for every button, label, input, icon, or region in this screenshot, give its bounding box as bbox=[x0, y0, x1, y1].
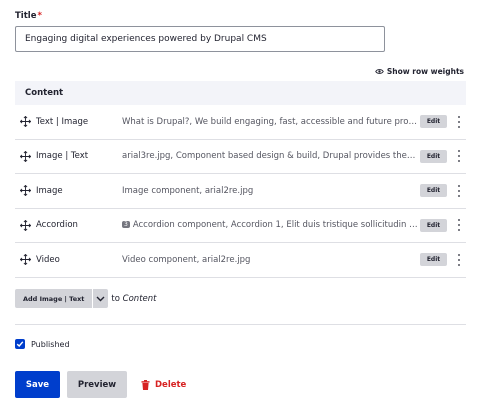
row-name: Text | Image bbox=[36, 116, 89, 127]
row-summary-text: What is Drupal?, We build engaging, fast… bbox=[122, 116, 418, 127]
edit-button[interactable]: Edit bbox=[420, 115, 447, 129]
table-header-content: Content bbox=[25, 88, 64, 98]
row-name: Accordion bbox=[36, 220, 78, 231]
trash-icon bbox=[141, 379, 150, 390]
check-icon bbox=[16, 341, 24, 348]
drag-handle-icon[interactable] bbox=[20, 219, 31, 231]
edit-button[interactable]: Edit bbox=[420, 184, 447, 198]
target-region: Content bbox=[122, 293, 157, 304]
row-summary: arial3re.jpg, Component based design & b… bbox=[122, 151, 418, 161]
published-checkbox[interactable] bbox=[15, 339, 25, 349]
title-label: Title* bbox=[15, 11, 42, 21]
add-to-text: to Content bbox=[111, 294, 156, 304]
show-row-weights-label: Show row weights bbox=[386, 67, 464, 76]
row-summary-text: Video component, arial2re.jpg bbox=[122, 254, 251, 265]
add-image-text-button[interactable]: Add Image | Text bbox=[15, 289, 93, 308]
published-field[interactable]: Published bbox=[15, 339, 70, 349]
table-row: Text | Image What is Drupal?, We build en… bbox=[15, 105, 466, 140]
more-actions-icon[interactable] bbox=[457, 115, 461, 128]
table-row: Image Image component, arial2re.jpg Edit bbox=[15, 174, 466, 209]
edit-button[interactable]: Edit bbox=[420, 149, 447, 163]
row-summary-text: Accordion component, Accordion 1, Elit d… bbox=[132, 220, 418, 231]
title-input[interactable] bbox=[15, 26, 385, 52]
drag-handle-icon[interactable] bbox=[20, 116, 31, 128]
table-row: Image | Text arial3re.jpg, Component base… bbox=[15, 140, 466, 174]
table-row: Accordion 3 Accordion component, Accordion… bbox=[15, 209, 466, 243]
table-header: Content bbox=[15, 81, 466, 105]
preview-button[interactable]: Preview bbox=[67, 371, 127, 398]
edit-button[interactable]: Edit bbox=[420, 253, 447, 267]
row-summary-text: Image component, arial2re.jpg bbox=[122, 185, 254, 196]
table-row: Video Video component, arial2re.jpg Edit bbox=[15, 243, 466, 278]
eye-icon bbox=[375, 69, 384, 74]
divider bbox=[15, 324, 466, 325]
required-mark: * bbox=[37, 11, 42, 21]
row-name: Video bbox=[36, 254, 60, 265]
add-dropdown-toggle[interactable] bbox=[92, 289, 109, 308]
row-summary: What is Drupal?, We build engaging, fast… bbox=[122, 117, 418, 127]
content-table: Content Text | Image What is Drupal?, We … bbox=[15, 81, 466, 278]
more-actions-icon[interactable] bbox=[457, 253, 461, 266]
row-name: Image | Text bbox=[36, 151, 89, 162]
more-actions-icon[interactable] bbox=[457, 184, 461, 197]
delete-link[interactable]: Delete bbox=[141, 371, 186, 398]
drag-handle-icon[interactable] bbox=[20, 185, 31, 197]
show-row-weights-link[interactable]: Show row weights bbox=[375, 67, 464, 76]
drag-handle-icon[interactable] bbox=[20, 150, 31, 162]
row-summary: Video component, arial2re.jpg bbox=[122, 255, 418, 265]
edit-button[interactable]: Edit bbox=[420, 218, 447, 232]
published-label: Published bbox=[31, 339, 70, 349]
row-summary: 3 Accordion component, Accordion 1, Elit … bbox=[122, 220, 418, 230]
row-name: Image bbox=[36, 185, 63, 196]
title-label-text: Title bbox=[15, 11, 37, 21]
chevron-down-icon bbox=[96, 296, 105, 301]
row-summary-text: arial3re.jpg, Component based design & b… bbox=[122, 151, 418, 162]
count-badge: 3 bbox=[122, 221, 130, 229]
drag-handle-icon[interactable] bbox=[20, 254, 31, 266]
more-actions-icon[interactable] bbox=[457, 219, 461, 232]
delete-label: Delete bbox=[155, 379, 187, 390]
to-word: to bbox=[111, 293, 120, 304]
add-component: Add Image | Text to Content bbox=[15, 289, 156, 308]
row-summary: Image component, arial2re.jpg bbox=[122, 186, 418, 196]
save-button[interactable]: Save bbox=[15, 371, 60, 398]
more-actions-icon[interactable] bbox=[457, 150, 461, 163]
